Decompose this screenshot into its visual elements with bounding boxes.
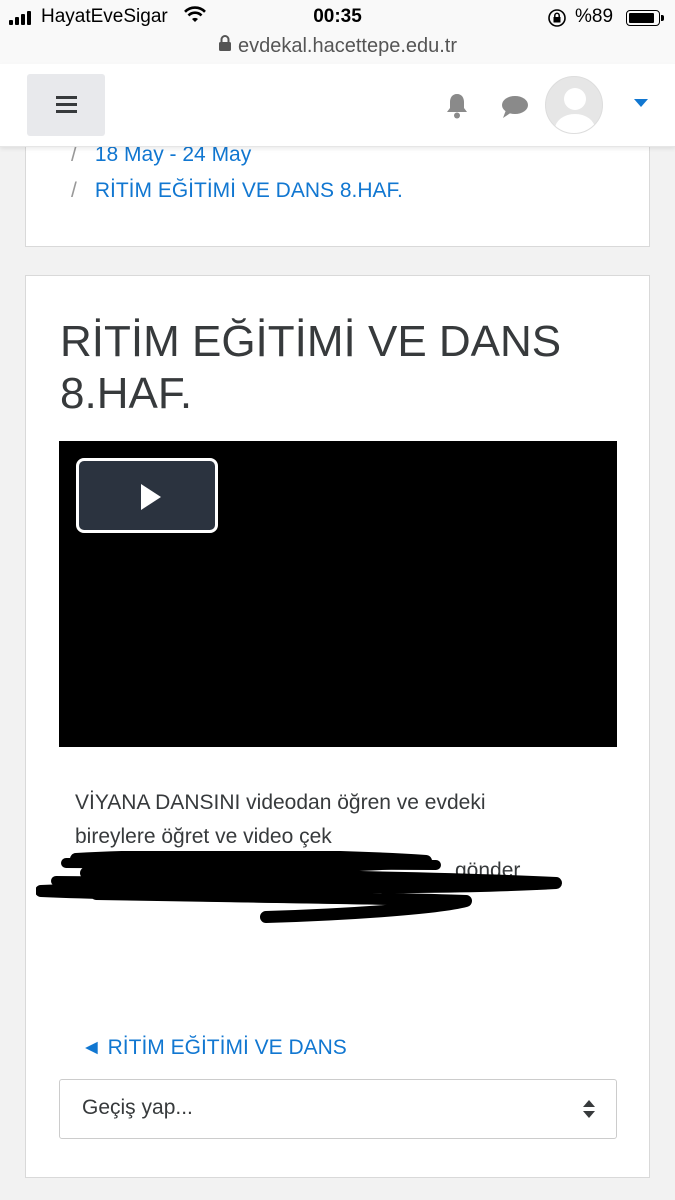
play-icon (141, 484, 161, 510)
menu-toggle-button[interactable] (27, 74, 105, 136)
previous-activity-link[interactable]: ◄ RİTİM EĞİTİMİ VE DANS (81, 1036, 347, 1060)
url-text[interactable]: evdekal.hacettepe.edu.tr (238, 35, 457, 58)
jump-to-value: Geçiş yap... (82, 1096, 193, 1119)
avatar[interactable] (545, 76, 603, 134)
redaction-scribble (36, 851, 562, 923)
caret-down-icon[interactable] (634, 99, 648, 107)
activity-card: RİTİM EĞİTİMİ VE DANS 8.HAF. VİYANA DANS… (25, 275, 650, 1178)
jump-to-select[interactable]: Geçiş yap... (59, 1079, 617, 1139)
lock-icon (218, 34, 232, 58)
select-arrows-icon (582, 1098, 596, 1125)
video-player[interactable] (59, 441, 617, 747)
battery-percent: %89 (575, 6, 614, 27)
bell-icon[interactable] (444, 92, 470, 125)
orientation-lock-icon (547, 8, 567, 34)
url-bar[interactable]: evdekal.hacettepe.edu.tr (0, 34, 675, 65)
chat-icon[interactable] (500, 94, 530, 125)
page-title: RİTİM EĞİTİMİ VE DANS 8.HAF. (60, 317, 562, 418)
breadcrumb-item[interactable]: / RİTİM EĞİTİMİ VE DANS 8.HAF. (71, 179, 403, 203)
status-bar: HayatEveSigar 00:35 %89 (0, 0, 675, 34)
battery-icon (626, 10, 664, 26)
play-button[interactable] (76, 458, 218, 533)
clock: 00:35 (313, 6, 362, 27)
top-navbar (0, 64, 675, 147)
